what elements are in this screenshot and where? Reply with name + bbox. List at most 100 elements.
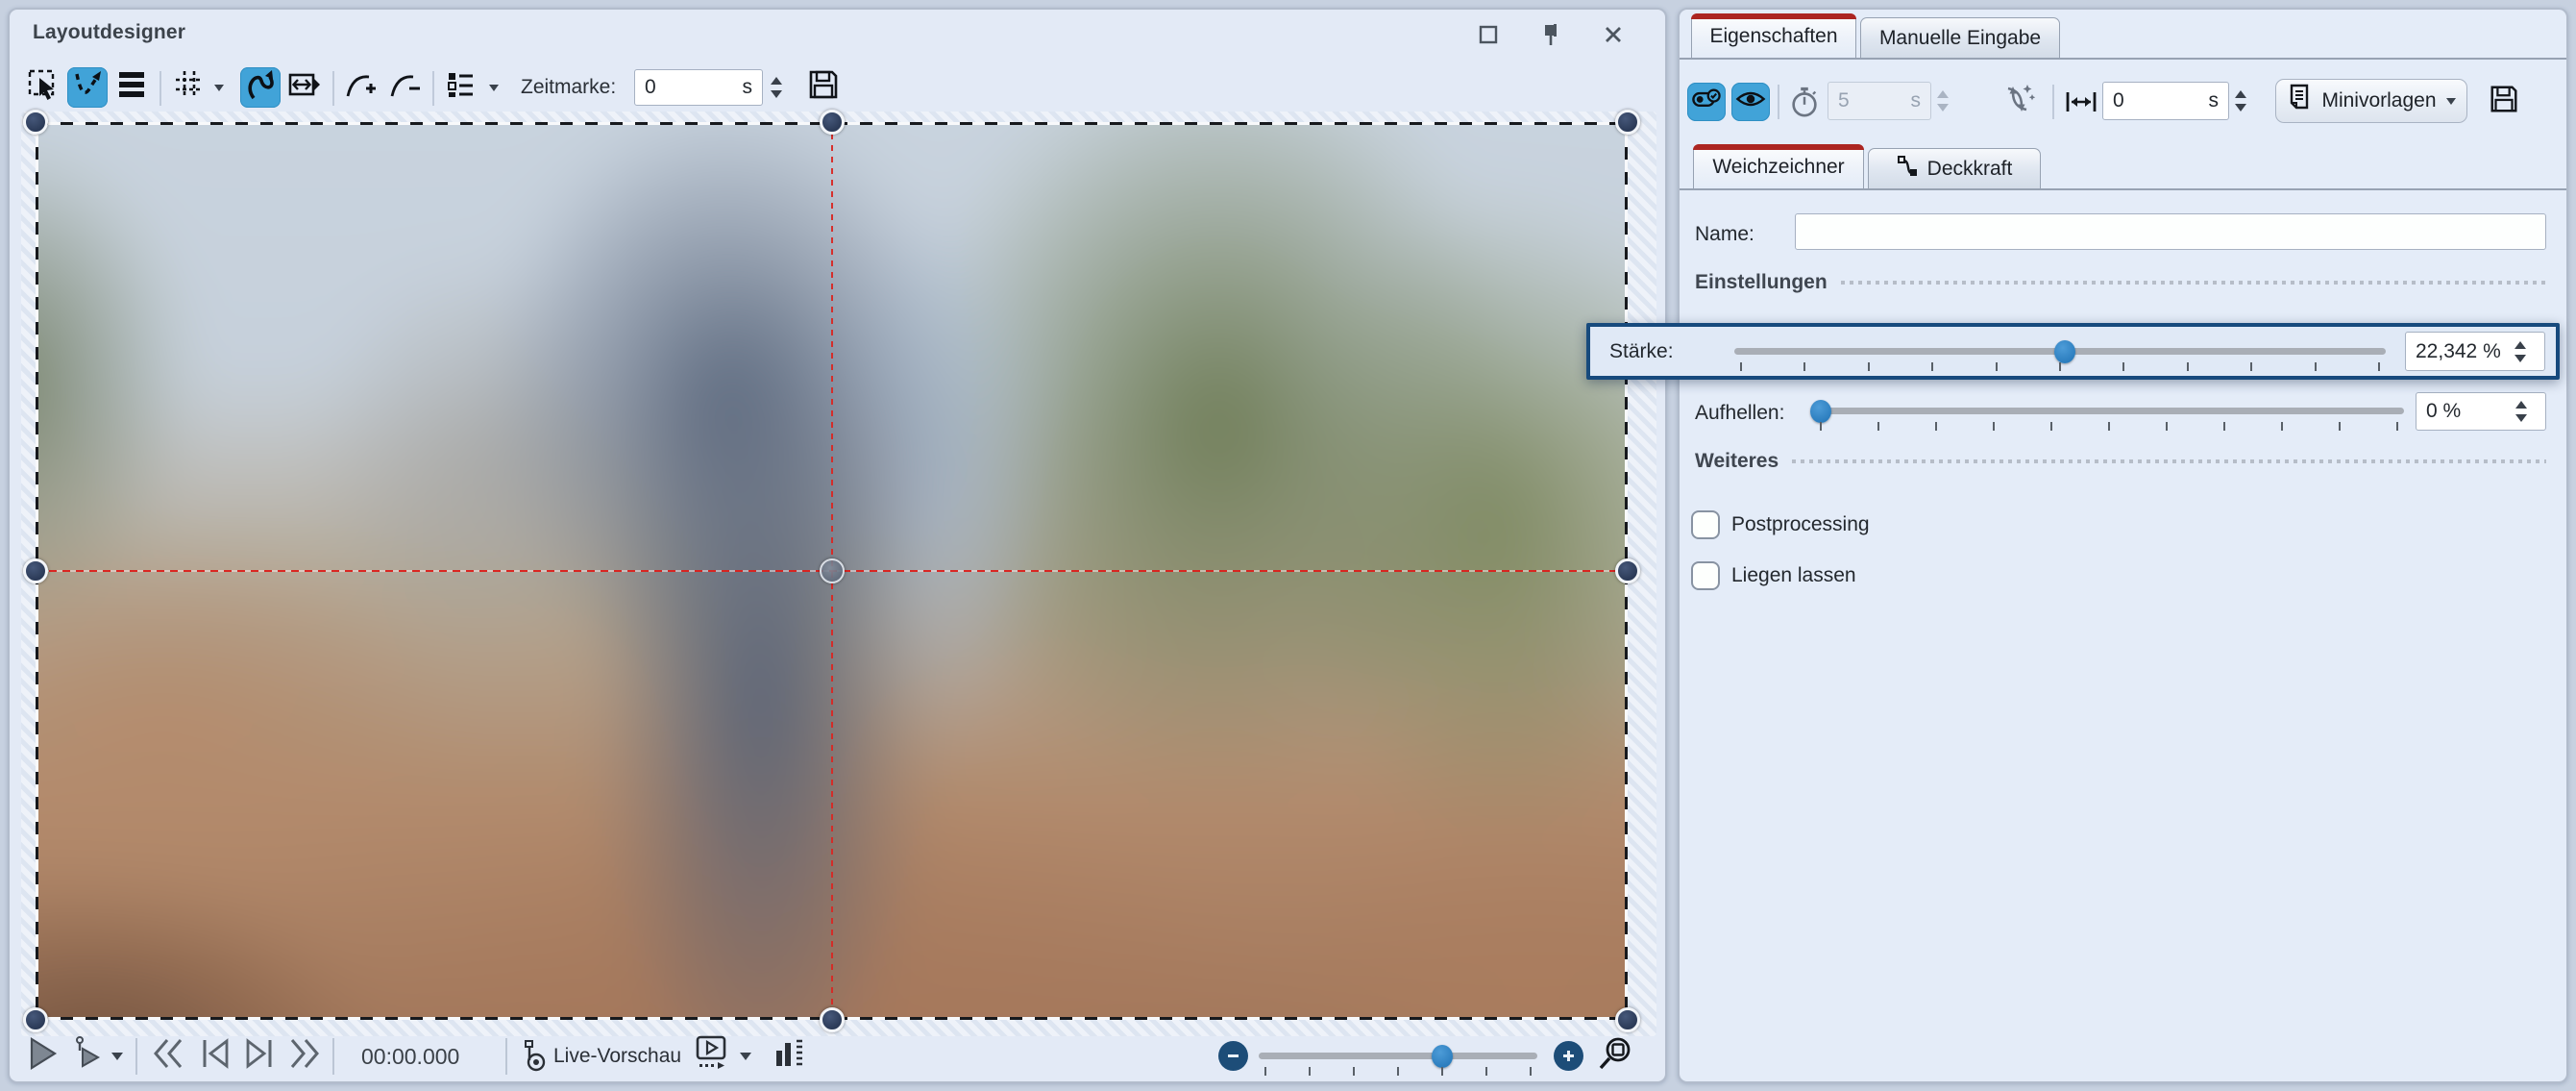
- tab-deckkraft[interactable]: Deckkraft: [1868, 148, 2041, 188]
- resize-handle-middle-left[interactable]: [23, 558, 48, 583]
- transport-separator: [135, 1030, 137, 1082]
- layers-tool-button[interactable]: [111, 67, 152, 108]
- zeitmarke-unit: s: [743, 76, 753, 99]
- aufhellen-slider[interactable]: [1814, 408, 2404, 414]
- next-button[interactable]: [242, 1030, 277, 1082]
- resize-handle-bottom-center[interactable]: [820, 1007, 845, 1032]
- live-preview-label[interactable]: Live-Vorschau: [553, 1030, 681, 1082]
- resize-handle-top-center[interactable]: [820, 110, 845, 135]
- zoom-fit-button[interactable]: [1597, 1030, 1635, 1082]
- name-input[interactable]: [1795, 213, 2546, 250]
- transport-separator: [332, 1030, 334, 1082]
- aufhellen-slider-thumb[interactable]: [1810, 400, 1831, 423]
- remove-keyframe-button[interactable]: [384, 67, 425, 108]
- aufhellen-slider-ticks: [1820, 422, 2398, 431]
- aufhellen-spinner[interactable]: [2515, 392, 2527, 431]
- frame-pan-tool-button[interactable]: [284, 67, 325, 108]
- selected-object-region[interactable]: [36, 122, 1628, 1020]
- preview-options-dropdown[interactable]: [740, 1030, 751, 1082]
- postprocessing-checkbox[interactable]: [1691, 510, 1720, 539]
- liegen-lassen-checkbox[interactable]: [1691, 561, 1720, 590]
- zeitmarke-input[interactable]: 0 s: [634, 69, 763, 106]
- zoom-in-button[interactable]: [1554, 1041, 1583, 1071]
- resize-handle-middle-right[interactable]: [1615, 558, 1640, 583]
- play-options-dropdown[interactable]: [111, 1030, 123, 1082]
- previous-button[interactable]: [198, 1030, 233, 1082]
- liegen-lassen-label[interactable]: Liegen lassen: [1731, 564, 1856, 587]
- fast-forward-icon: [286, 1036, 323, 1077]
- performance-icon: [773, 1035, 805, 1078]
- curve-tool-button[interactable]: [240, 67, 281, 108]
- canvas-zoom-slider[interactable]: [1259, 1053, 1537, 1059]
- visibility-button[interactable]: [1731, 83, 1770, 121]
- object-list-button[interactable]: [440, 67, 480, 108]
- staerke-slider-thumb[interactable]: [2054, 340, 2075, 363]
- zoom-out-button[interactable]: [1218, 1041, 1248, 1071]
- resize-handle-bottom-left[interactable]: [23, 1007, 48, 1032]
- fast-forward-button[interactable]: [286, 1030, 323, 1082]
- performance-button[interactable]: [773, 1030, 805, 1082]
- chevron-down-icon: [489, 85, 499, 91]
- preview-monitor-icon: [694, 1034, 730, 1079]
- close-button[interactable]: [1597, 23, 1630, 52]
- pin-button[interactable]: [1535, 23, 1568, 52]
- offset-spinner[interactable]: [2235, 82, 2246, 120]
- tab-eigenschaften[interactable]: Eigenschaften: [1691, 13, 1856, 58]
- zeitmarke-label: Zeitmarke:: [521, 67, 616, 108]
- resize-handle-top-right[interactable]: [1615, 110, 1640, 135]
- staerke-spinner[interactable]: [2515, 332, 2526, 371]
- aufhellen-slider-row: Aufhellen: 0 %: [1680, 386, 2566, 440]
- tab-manuelle-eingabe[interactable]: Manuelle Eingabe: [1860, 17, 2060, 58]
- maximize-button[interactable]: [1472, 23, 1505, 52]
- skip-to-start-button[interactable]: [150, 1030, 186, 1082]
- staerke-value: 22,342 %: [2416, 340, 2501, 363]
- opacity-curve-icon: [1897, 154, 1920, 185]
- layout-canvas: [21, 112, 1656, 1036]
- play-button[interactable]: [29, 1030, 58, 1082]
- zeitmarke-spinner[interactable]: [771, 69, 782, 106]
- toolbar-separator: [159, 71, 161, 106]
- offset-width-icon: [2062, 83, 2100, 121]
- add-keyframe-button[interactable]: [340, 67, 380, 108]
- save-layout-button[interactable]: [803, 67, 844, 108]
- motion-path-tool-button[interactable]: [67, 67, 108, 108]
- link-toggle-button[interactable]: [1687, 83, 1726, 121]
- grid-options-dropdown[interactable]: [208, 67, 231, 108]
- tab-divider: [1680, 188, 2566, 190]
- staerke-slider[interactable]: [1734, 348, 2386, 355]
- animate-change-button[interactable]: [1999, 83, 2037, 121]
- zoom-out-icon: [1226, 1049, 1240, 1063]
- play-from-marker-button[interactable]: [71, 1030, 102, 1082]
- offset-unit: s: [2209, 89, 2220, 112]
- name-label: Name:: [1695, 223, 1754, 246]
- resize-handle-bottom-right[interactable]: [1615, 1007, 1640, 1032]
- select-tool-button[interactable]: [23, 67, 63, 108]
- play-icon: [29, 1036, 58, 1077]
- grid-tool-button[interactable]: [169, 67, 209, 108]
- toolbar-separator: [332, 71, 334, 106]
- section-weiteres: Weiteres: [1695, 450, 2546, 473]
- save-properties-button[interactable]: [2485, 83, 2523, 121]
- remove-keyframe-icon: [387, 67, 422, 108]
- minitemplates-icon: [2287, 84, 2312, 118]
- canvas-zoom-slider-thumb[interactable]: [1432, 1045, 1453, 1068]
- prev-frame-icon: [198, 1036, 233, 1077]
- animate-change-icon: [2000, 82, 2035, 122]
- section-title: Weiteres: [1695, 450, 1779, 473]
- zoom-fit-icon: [1597, 1034, 1635, 1079]
- preview-monitor-button[interactable]: [694, 1030, 730, 1082]
- object-list-dropdown[interactable]: [482, 67, 505, 108]
- zeitmarke-value: 0: [645, 76, 656, 99]
- resize-handle-top-left[interactable]: [23, 110, 48, 135]
- postprocessing-label[interactable]: Postprocessing: [1731, 513, 1870, 536]
- panel-title: Layoutdesigner: [33, 21, 185, 44]
- tab-divider: [1680, 58, 2566, 60]
- minivorlagen-button[interactable]: Minivorlagen: [2275, 79, 2467, 123]
- tab-weichzeichner[interactable]: Weichzeichner: [1693, 144, 1864, 188]
- staerke-slider-ticks: [1740, 362, 2380, 371]
- chevron-down-icon: [111, 1053, 123, 1060]
- maximize-icon: [1478, 24, 1499, 51]
- skip-start-icon: [150, 1036, 186, 1077]
- move-handle-center[interactable]: [820, 558, 845, 583]
- offset-input[interactable]: 0 s: [2102, 82, 2229, 120]
